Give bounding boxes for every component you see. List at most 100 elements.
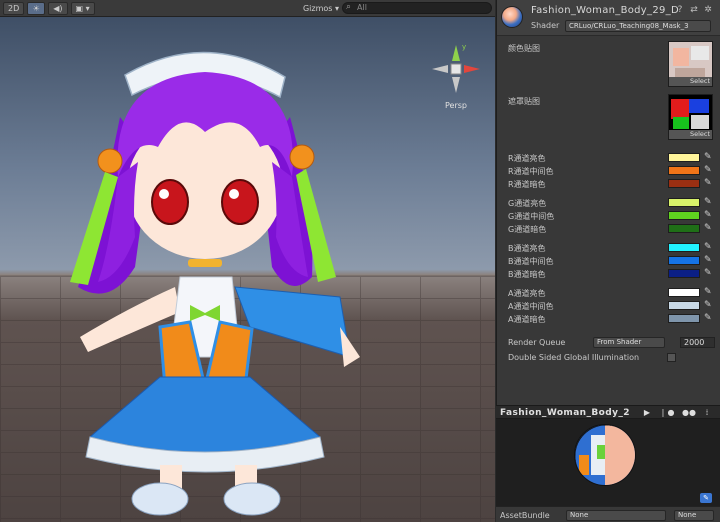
color-row-label: B通道暗色 (508, 270, 546, 279)
color-texture-select-button[interactable]: Select (669, 77, 712, 86)
scene-orientation-gizmo[interactable]: y Persp (428, 39, 484, 117)
scene-view[interactable]: 2D ☀ ◀) ▣ ▾ Gizmos ▾ All (0, 0, 495, 522)
material-preview-area[interactable]: ✎ (496, 419, 720, 506)
search-placeholder: All (357, 3, 367, 12)
color-row-label: R通道亮色 (508, 154, 546, 163)
color-texture-slot[interactable]: Select (668, 41, 713, 87)
r-light-color-swatch[interactable] (668, 153, 700, 162)
b-mid-color-swatch[interactable] (668, 256, 700, 265)
color-row-label: B通道亮色 (508, 244, 546, 253)
eyedropper-icon[interactable]: ✎ (704, 313, 714, 323)
b-dark-color-swatch[interactable] (668, 269, 700, 278)
preview-sphere[interactable] (574, 424, 636, 486)
axis-y-label: y (462, 43, 466, 51)
assetbundle-name-dropdown[interactable]: None (566, 510, 666, 521)
shader-label: Shader (531, 21, 560, 30)
assetbundle-variant-dropdown[interactable]: None (674, 510, 714, 521)
eye-left (151, 179, 189, 225)
axis-y-cone[interactable] (452, 45, 460, 61)
eye-highlight-right (229, 189, 239, 199)
collar (188, 259, 222, 267)
eyedropper-icon[interactable]: ✎ (704, 242, 714, 252)
eyedropper-icon[interactable]: ✎ (704, 255, 714, 265)
assetbundle-label: AssetBundle (500, 511, 550, 520)
preset-icon[interactable]: ⇄ (689, 5, 699, 15)
mask-texture-slot[interactable]: Select (668, 94, 713, 140)
a-light-color-swatch[interactable] (668, 288, 700, 297)
preview-title: Fashion_Woman_Body_2 (500, 408, 630, 418)
axis-gizmo-graphic: y (432, 43, 480, 93)
double-sided-gi-checkbox[interactable] (667, 353, 676, 362)
mask-texture-select-button[interactable]: Select (669, 130, 712, 139)
character-model[interactable] (40, 37, 370, 522)
eyedropper-icon[interactable]: ✎ (704, 300, 714, 310)
g-light-color-swatch[interactable] (668, 198, 700, 207)
axis-x-cone[interactable] (464, 65, 480, 73)
toggle-2d-button[interactable]: 2D (3, 1, 25, 15)
axis-x-neg-cone[interactable] (432, 65, 448, 73)
color-row-label: R通道暗色 (508, 180, 546, 189)
material-thumbnail (501, 6, 523, 28)
scene-canvas[interactable]: y Persp (0, 17, 495, 522)
b-light-color-swatch[interactable] (668, 243, 700, 252)
speaker-icon: ◀) (53, 3, 63, 13)
a-dark-color-swatch[interactable] (668, 314, 700, 323)
a-mid-color-swatch[interactable] (668, 301, 700, 310)
audio-toggle-button[interactable]: ◀) (48, 1, 68, 15)
eyedropper-icon[interactable]: ✎ (704, 197, 714, 207)
axis-z-cone[interactable] (452, 77, 460, 93)
eyedropper-icon[interactable]: ✎ (704, 178, 714, 188)
asset-label-icon[interactable]: ✎ (700, 493, 712, 503)
shoe-right (223, 482, 281, 516)
eyedropper-icon[interactable]: ✎ (704, 287, 714, 297)
persp-label[interactable]: Persp (428, 101, 484, 110)
sun-icon: ☀ (32, 3, 40, 13)
render-queue-value-field[interactable]: 2000 (680, 337, 715, 348)
preview-header[interactable]: Fashion_Woman_Body_2 ▶ | ● ●● ⁞ (496, 405, 720, 419)
image-icon: ▣ ▾ (75, 3, 90, 13)
r-mid-color-swatch[interactable] (668, 166, 700, 175)
gear-icon[interactable]: ✲ (703, 5, 713, 15)
color-row-label: R通道中间色 (508, 167, 554, 176)
lighting-toggle-button[interactable]: ☀ (27, 1, 46, 15)
play-icon[interactable]: ▶ (642, 408, 652, 418)
sphere-preview-icon[interactable]: ● (666, 408, 676, 418)
help-icon[interactable]: ? (675, 5, 685, 15)
eyedropper-icon[interactable]: ✎ (704, 210, 714, 220)
g-dark-color-swatch[interactable] (668, 224, 700, 233)
gizmo-center-cube[interactable] (450, 63, 462, 75)
preview-sphere-texture (575, 425, 635, 485)
render-queue-label: Render Queue (508, 338, 566, 347)
color-row-label: G通道中间色 (508, 212, 555, 221)
hand-right (340, 327, 360, 367)
color-row-label: A通道亮色 (508, 289, 546, 298)
shader-dropdown[interactable]: CRLuo/CRLuo_Teaching08_Mask_3 (565, 20, 711, 32)
light-toggle-icon[interactable]: ●● (682, 408, 696, 418)
color-row-label: G通道亮色 (508, 199, 547, 208)
r-dark-color-swatch[interactable] (668, 179, 700, 188)
eyedropper-icon[interactable]: ✎ (704, 152, 714, 162)
scene-toolbar: 2D ☀ ◀) ▣ ▾ Gizmos ▾ All (0, 0, 495, 17)
color-row-label: B通道中间色 (508, 257, 554, 266)
render-queue-dropdown[interactable]: From Shader (593, 337, 665, 348)
mask-texture-label: 遮罩贴图 (508, 97, 540, 106)
eyedropper-icon[interactable]: ✎ (704, 223, 714, 233)
gizmos-dropdown[interactable]: Gizmos ▾ (303, 4, 339, 13)
shoe-left (131, 482, 189, 516)
assetbundle-bar: AssetBundle None None (496, 506, 720, 522)
skirt (88, 376, 322, 453)
color-row-label: A通道中间色 (508, 302, 554, 311)
double-sided-gi-label: Double Sided Global Illumination (508, 353, 640, 362)
color-row-label: G通道暗色 (508, 225, 547, 234)
color-row-label: A通道暗色 (508, 315, 546, 324)
preview-menu-icon[interactable]: ⁞ (702, 408, 712, 418)
eye-highlight-left (159, 189, 169, 199)
flower-left (97, 148, 123, 174)
g-mid-color-swatch[interactable] (668, 211, 700, 220)
color-texture-label: 颜色贴图 (508, 44, 540, 53)
scene-search-input[interactable]: All (342, 2, 492, 14)
effects-dropdown-button[interactable]: ▣ ▾ (70, 1, 95, 15)
material-name: Fashion_Woman_Body_29_D (531, 5, 679, 16)
eyedropper-icon[interactable]: ✎ (704, 268, 714, 278)
eyedropper-icon[interactable]: ✎ (704, 165, 714, 175)
